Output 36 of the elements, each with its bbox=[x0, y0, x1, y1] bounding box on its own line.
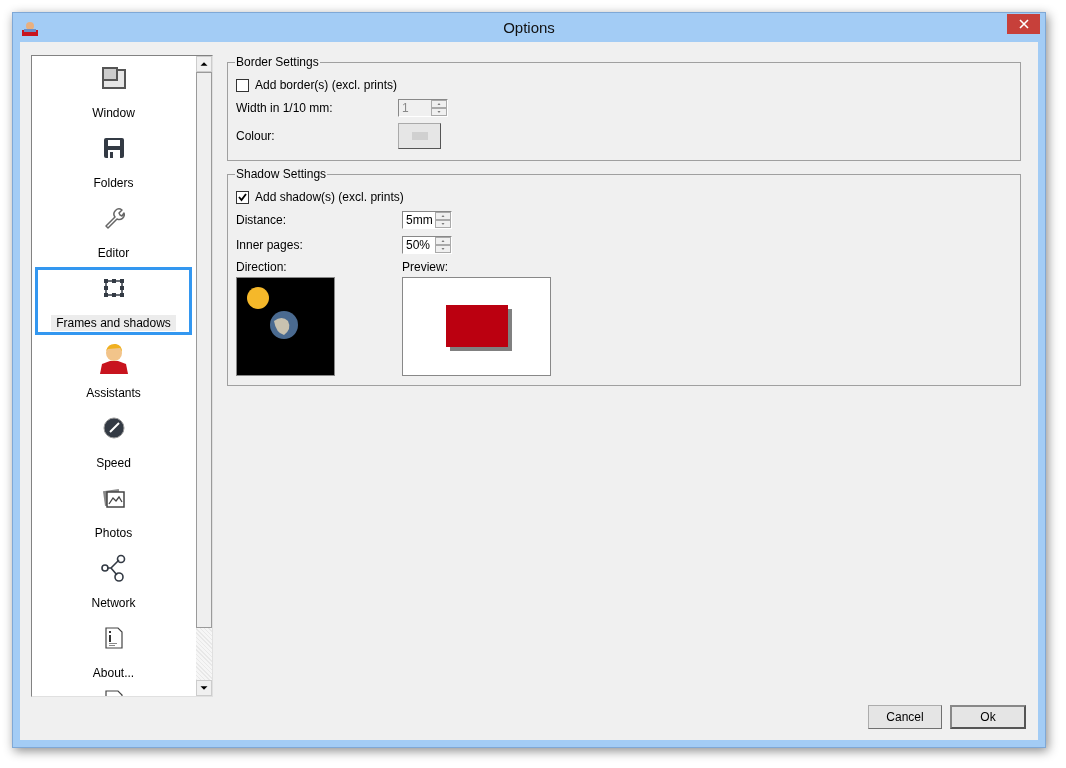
sidebar-item[interactable]: Folders bbox=[35, 127, 192, 195]
group-title: Border Settings bbox=[235, 55, 320, 69]
sidebar-item-label: About... bbox=[91, 665, 136, 681]
sidebar-item[interactable]: About... bbox=[35, 617, 192, 685]
dialog-button[interactable]: Ok bbox=[950, 705, 1026, 729]
sidebar-item-label: Photos bbox=[93, 525, 134, 541]
group-title: Shadow Settings bbox=[235, 167, 328, 181]
field-label: Inner pages: bbox=[236, 238, 304, 252]
field-label: Colour: bbox=[236, 129, 276, 143]
checkbox-label: Add border(s) (excl. prints) bbox=[255, 78, 398, 92]
sidebar-item[interactable]: Speed bbox=[35, 407, 192, 475]
sidebar-item-label: Network bbox=[90, 595, 137, 611]
spin-value: 50% bbox=[405, 237, 432, 253]
field-label: Direction: bbox=[236, 260, 288, 274]
spin-value: 1 bbox=[401, 100, 410, 116]
window-title: Options bbox=[503, 19, 555, 36]
spin-field[interactable]: 5mm bbox=[402, 211, 452, 229]
sidebar-item[interactable]: Editor bbox=[35, 197, 192, 265]
sidebar-item[interactable]: Assistants bbox=[35, 337, 192, 405]
sidebar-item[interactable]: Frames and shadows bbox=[35, 267, 192, 335]
checkbox-label: Add shadow(s) (excl. prints) bbox=[255, 190, 404, 204]
sidebar-item-label: Window bbox=[91, 105, 136, 121]
dialog-button[interactable]: Cancel bbox=[868, 705, 942, 729]
sidebar-item[interactable]: Window bbox=[35, 57, 192, 125]
field-label: Distance: bbox=[236, 213, 288, 227]
field-label: Preview: bbox=[402, 260, 449, 274]
sidebar-item[interactable]: Photos bbox=[35, 477, 192, 545]
sidebar-item-label: Assistants bbox=[85, 385, 142, 401]
sidebar-item-label: Frames and shadows bbox=[51, 315, 176, 331]
field-label: Width in 1/10 mm: bbox=[236, 101, 334, 115]
sidebar-item[interactable]: Network bbox=[35, 547, 192, 615]
sidebar-item-label: Editor bbox=[96, 245, 131, 261]
spin-value: 5mm bbox=[405, 212, 434, 228]
sidebar-item-label: Speed bbox=[95, 455, 132, 471]
spin-field[interactable]: 50% bbox=[402, 236, 452, 254]
sidebar-item-label: Folders bbox=[92, 175, 135, 191]
